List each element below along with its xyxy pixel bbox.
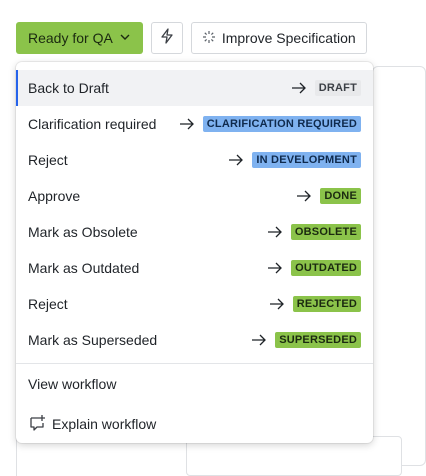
transition-target: OBSOLETE (267, 224, 361, 240)
status-badge: OUTDATED (291, 260, 361, 276)
status-dropdown-button[interactable]: Ready for QA (16, 22, 143, 54)
transition-target: SUPERSEDED (251, 332, 361, 348)
toolbar: Ready for QA Improve Specification (16, 22, 367, 54)
status-badge: CLARIFICATION REQUIRED (202, 116, 361, 132)
transition-item[interactable]: Approve DONE (16, 178, 373, 214)
arrow-right-icon (268, 262, 283, 274)
improve-specification-button[interactable]: Improve Specification (190, 22, 367, 54)
transition-item[interactable]: Mark as Outdated OUTDATED (16, 250, 373, 286)
transition-label: Reject (28, 296, 68, 312)
transition-target: CLARIFICATION REQUIRED (179, 116, 361, 132)
transition-label: Mark as Outdated (28, 260, 140, 276)
transition-label: Approve (28, 188, 81, 204)
status-badge: REJECTED (292, 296, 361, 312)
automation-button[interactable] (150, 22, 183, 54)
arrow-right-icon (252, 334, 267, 346)
transition-item[interactable]: Reject REJECTED (16, 286, 373, 322)
improve-specification-label: Improve Specification (221, 30, 356, 46)
status-label: Ready for QA (28, 30, 113, 46)
transition-target: IN DEVELOPMENT (228, 152, 361, 168)
transition-target: REJECTED (269, 296, 361, 312)
view-workflow-label: View workflow (28, 376, 117, 392)
lightning-icon (159, 27, 175, 49)
transition-item[interactable]: Back to Draft DRAFT (16, 70, 373, 106)
transition-label: Mark as Superseded (28, 332, 158, 348)
background-panel (372, 66, 426, 466)
view-workflow-item[interactable]: View workflow (16, 366, 373, 402)
arrow-right-icon (229, 154, 244, 166)
chevron-down-icon (119, 30, 131, 46)
transition-item[interactable]: Clarification required CLARIFICATION REQU… (16, 106, 373, 142)
status-badge: OBSOLETE (290, 224, 361, 240)
transition-label: Mark as Obsolete (28, 224, 138, 240)
arrow-right-icon (179, 118, 194, 130)
arrow-right-icon (291, 82, 306, 94)
transition-item[interactable]: Mark as Superseded SUPERSEDED (16, 322, 373, 358)
transition-target: DONE (296, 188, 361, 204)
transition-item[interactable]: Reject IN DEVELOPMENT (16, 142, 373, 178)
explain-workflow-label: Explain workflow (52, 416, 157, 432)
chat-sparkle-icon (28, 414, 46, 435)
status-badge: IN DEVELOPMENT (252, 152, 361, 168)
arrow-right-icon (297, 190, 312, 202)
transition-label: Reject (28, 152, 68, 168)
transition-menu: Back to Draft DRAFT Clarification required… (16, 62, 373, 443)
explain-workflow-item[interactable]: Explain workflow (16, 406, 373, 442)
status-badge: DRAFT (314, 80, 361, 96)
transition-target: OUTDATED (267, 260, 361, 276)
transition-label: Clarification required (28, 116, 157, 132)
transition-target: DRAFT (291, 80, 361, 96)
sparkle-icon (202, 30, 216, 47)
arrow-right-icon (267, 226, 282, 238)
transition-label: Back to Draft (28, 80, 109, 96)
arrow-right-icon (269, 298, 284, 310)
status-badge: DONE (320, 188, 361, 204)
status-badge: SUPERSEDED (275, 332, 361, 348)
menu-divider (16, 363, 373, 364)
transition-item[interactable]: Mark as Obsolete OBSOLETE (16, 214, 373, 250)
